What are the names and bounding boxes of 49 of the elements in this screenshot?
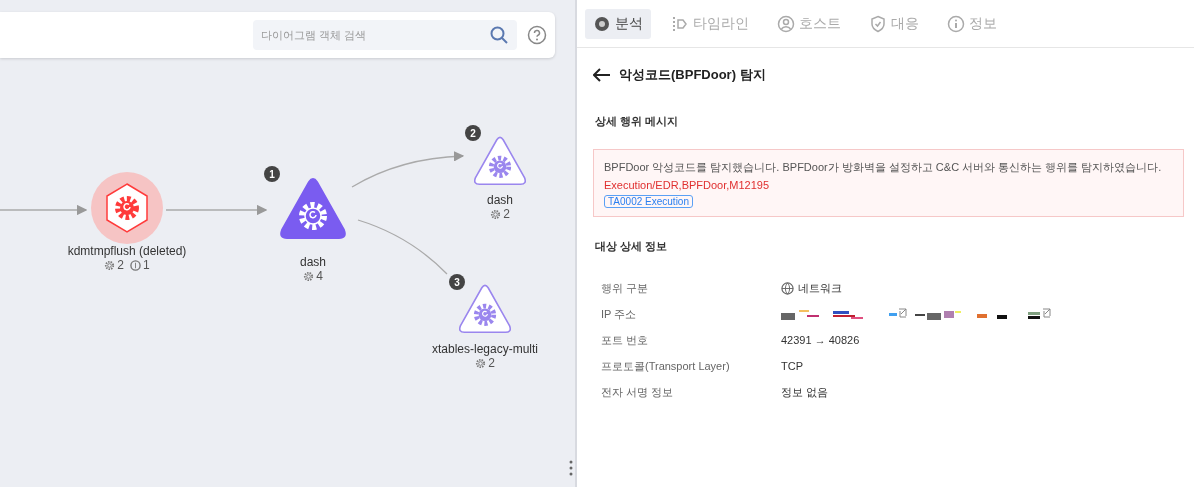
shield-icon	[869, 14, 887, 33]
tab[interactable]: 정보	[939, 8, 1005, 39]
tab[interactable]: 대응	[861, 8, 927, 39]
deleted-process-node[interactable]	[91, 172, 163, 244]
tactic-tag[interactable]: TA0002 Execution	[604, 195, 693, 208]
field-value: TCP	[781, 360, 803, 372]
node-label: kdmtmpflush (deleted)	[67, 244, 187, 258]
node-label: dash	[487, 193, 513, 207]
gear-icon	[303, 270, 315, 282]
field-value: 42391 → 40826	[781, 334, 860, 346]
globe-icon	[781, 281, 794, 295]
resize-grip-icon[interactable]	[569, 460, 573, 476]
count-text: 2	[503, 207, 510, 221]
count-text: 2	[117, 258, 124, 272]
section-heading: 대상 상세 정보	[595, 239, 669, 254]
field-value: 정보 없음	[781, 384, 829, 400]
step-badge: 1	[264, 166, 280, 182]
rule-name: Execution/EDR,BPFDoor,M12195	[604, 179, 770, 191]
tab[interactable]: 분석	[585, 8, 651, 39]
node-label: xtables-legacy-multi	[431, 342, 538, 356]
field-label: 포트 번호	[601, 332, 650, 348]
field-label: 전자 서명 정보	[601, 384, 675, 400]
tab[interactable]: 호스트	[769, 8, 849, 39]
section-heading: 상세 행위 메시지	[595, 114, 680, 129]
field-value: 네트워크	[798, 280, 842, 296]
gear-icon	[104, 259, 116, 271]
user-icon	[777, 14, 795, 33]
target-icon	[593, 14, 611, 33]
node-label: dash	[300, 255, 326, 269]
back-arrow-icon[interactable]	[593, 68, 611, 82]
field-label: 행위 구분	[601, 280, 650, 296]
info-icon	[947, 14, 965, 33]
count-text: 1	[143, 258, 150, 272]
count-text: 4	[316, 269, 323, 283]
step-badge: 3	[449, 274, 465, 290]
timeline-icon	[671, 14, 689, 33]
step-badge: 2	[465, 125, 481, 141]
count-text: 2	[488, 356, 495, 370]
help-icon[interactable]	[527, 25, 547, 45]
disk-icon	[130, 259, 141, 271]
field-label: IP 주소	[601, 306, 638, 322]
alert-message: BPFDoor 악성코드를 탐지했습니다. BPFDoor가 방화벽을 설정하고 C&C 서버와 통신하는 행위를 탐지하였습니다.	[604, 160, 1162, 175]
search-icon[interactable]	[489, 25, 509, 45]
gear-icon	[490, 208, 502, 220]
detection-title: 악성코드(BPFDoor) 탐지	[619, 66, 766, 84]
tab[interactable]: 타임라인	[663, 8, 757, 39]
gear-icon	[475, 357, 487, 369]
search-field[interactable]: 다이어그램 객체 검색	[253, 20, 517, 50]
field-label: 프로토콜(Transport Layer)	[601, 358, 731, 374]
